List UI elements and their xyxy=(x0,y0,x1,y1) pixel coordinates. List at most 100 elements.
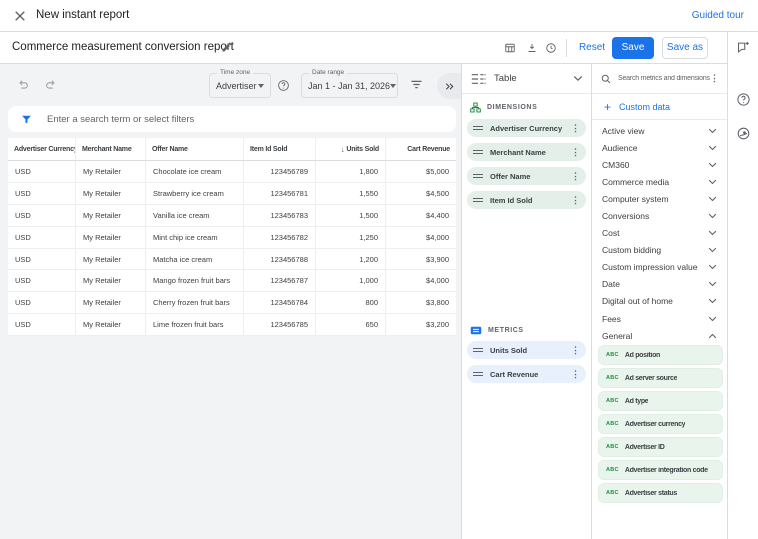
guided-tour-link[interactable]: Guided tour xyxy=(692,0,744,31)
table-row[interactable]: USD My Retailer Mango frozen fruit bars … xyxy=(8,270,456,292)
metric-chip[interactable]: Cart Revenue ⋮ xyxy=(467,365,586,383)
table-row[interactable]: USD My Retailer Chocolate ice cream 1234… xyxy=(8,161,456,183)
table-row[interactable]: USD My Retailer Mint chip ice cream 1234… xyxy=(8,227,456,249)
date-range-select[interactable]: Date range Jan 1 - Jan 31, 2026 xyxy=(301,73,398,98)
dimension-chip[interactable]: Item Id Sold ⋮ xyxy=(467,191,586,209)
category-row[interactable]: CM360 xyxy=(592,156,727,173)
category-row[interactable]: Custom impression value xyxy=(592,259,727,276)
drag-handle-icon[interactable] xyxy=(473,172,483,179)
drag-handle-icon[interactable] xyxy=(473,346,483,353)
column-header-label: Merchant Name xyxy=(82,146,132,153)
text-type-icon: ABC xyxy=(606,398,619,404)
category-row[interactable]: Computer system xyxy=(592,190,727,207)
category-row[interactable]: Audience xyxy=(592,139,727,156)
redo-icon[interactable] xyxy=(44,77,58,91)
edit-title-icon[interactable] xyxy=(221,41,233,53)
undo-icon[interactable] xyxy=(16,77,30,91)
metrics-list: Units Sold ⋮ Cart Revenue ⋮ xyxy=(462,339,591,383)
drag-handle-icon[interactable] xyxy=(473,196,483,203)
more-vert-icon[interactable]: ⋮ xyxy=(571,196,580,205)
table-row[interactable]: USD My Retailer Vanilla ice cream 123456… xyxy=(8,205,456,227)
category-row[interactable]: Digital out of home xyxy=(592,293,727,310)
field-chip[interactable]: ABC Advertiser status xyxy=(598,483,723,503)
table-row[interactable]: USD My Retailer Strawberry ice cream 123… xyxy=(8,183,456,205)
dropdown-caret-icon xyxy=(390,84,396,88)
chevron-down-icon xyxy=(708,247,717,253)
dropdown-caret-icon xyxy=(258,84,264,88)
category-row[interactable]: Conversions xyxy=(592,207,727,224)
drag-handle-icon[interactable] xyxy=(473,124,483,131)
more-vert-icon[interactable]: ⋮ xyxy=(571,172,580,181)
save-as-button[interactable]: Save as xyxy=(662,37,708,59)
field-chip[interactable]: ABC Ad server source xyxy=(598,368,723,388)
category-row[interactable]: Custom bidding xyxy=(592,242,727,259)
search-icon xyxy=(600,73,612,85)
dimension-chip[interactable]: Advertiser Currency ⋮ xyxy=(467,119,586,137)
more-vert-icon[interactable]: ⋮ xyxy=(710,74,719,83)
column-header-label: Item Id Sold xyxy=(250,146,287,153)
cell-cart-revenue: $3,800 xyxy=(385,292,456,313)
field-chip[interactable]: ABC Ad type xyxy=(598,391,723,411)
visualization-selector[interactable]: Table xyxy=(462,64,591,94)
category-row[interactable]: Commerce media xyxy=(592,173,727,190)
download-icon[interactable] xyxy=(526,42,538,54)
category-label: CM360 xyxy=(602,160,708,170)
table-row[interactable]: USD My Retailer Cherry frozen fruit bars… xyxy=(8,292,456,314)
metric-chip[interactable]: Units Sold ⋮ xyxy=(467,341,586,359)
collapse-panel-button[interactable] xyxy=(437,73,461,99)
more-vert-icon[interactable]: ⋮ xyxy=(571,370,580,379)
more-vert-icon[interactable]: ⋮ xyxy=(571,124,580,133)
category-row[interactable]: Date xyxy=(592,276,727,293)
custom-data-button[interactable]: + Custom data xyxy=(592,94,727,120)
cell-cart-revenue: $4,500 xyxy=(385,183,456,204)
drag-handle-icon[interactable] xyxy=(473,148,483,155)
column-header[interactable]: Offer Name xyxy=(145,138,243,160)
reset-button[interactable]: Reset xyxy=(574,38,610,58)
column-header-label: Offer Name xyxy=(152,146,188,153)
table-view-icon[interactable] xyxy=(504,42,516,54)
ai-insights-icon[interactable] xyxy=(736,126,751,141)
category-label: Computer system xyxy=(602,194,708,204)
column-header[interactable]: Cart Revenue xyxy=(385,138,456,160)
category-label: Digital out of home xyxy=(602,296,708,306)
report-builder-panel: Table DIMENSIONS Advertiser Currency ⋮ M… xyxy=(461,64,591,539)
category-row[interactable]: Cost xyxy=(592,225,727,242)
chevron-down-icon xyxy=(708,213,717,219)
cell-cart-revenue: $4,400 xyxy=(385,205,456,226)
table-row[interactable]: USD My Retailer Matcha ice cream 1234567… xyxy=(8,249,456,271)
schedule-icon[interactable] xyxy=(545,42,557,54)
cell-units-sold: 650 xyxy=(315,314,385,335)
time-zone-help-icon[interactable] xyxy=(277,79,290,92)
field-chip[interactable]: ABC Advertiser ID xyxy=(598,437,723,457)
date-range-label: Date range xyxy=(309,69,347,76)
field-chip[interactable]: ABC Advertiser currency xyxy=(598,414,723,434)
more-vert-icon[interactable]: ⋮ xyxy=(571,346,580,355)
cell-advertiser-currency: USD xyxy=(8,161,75,182)
column-header[interactable]: Item Id Sold xyxy=(243,138,315,160)
feedback-icon[interactable] xyxy=(736,40,751,55)
help-icon[interactable] xyxy=(736,92,751,107)
field-chip[interactable]: ABC Ad position xyxy=(598,345,723,365)
cell-cart-revenue: $4,000 xyxy=(385,227,456,248)
dimension-chip[interactable]: Merchant Name ⋮ xyxy=(467,143,586,161)
filter-list-icon[interactable] xyxy=(409,77,424,92)
dimension-chip[interactable]: Offer Name ⋮ xyxy=(467,167,586,185)
field-chip[interactable]: ABC Advertiser integration code xyxy=(598,460,723,480)
column-header[interactable]: ↓ Units Sold xyxy=(315,138,385,160)
drag-handle-icon[interactable] xyxy=(473,370,483,377)
cell-offer-name: Mango frozen fruit bars xyxy=(145,270,243,291)
category-row[interactable]: Active view xyxy=(592,122,727,139)
column-header[interactable]: Advertiser Currency xyxy=(8,138,75,160)
close-icon[interactable] xyxy=(14,10,26,22)
filter-search-input[interactable] xyxy=(47,114,444,125)
time-zone-select[interactable]: Time zone Advertiser xyxy=(209,73,271,98)
save-button[interactable]: Save xyxy=(612,37,654,59)
more-vert-icon[interactable]: ⋮ xyxy=(571,148,580,157)
picker-search-input[interactable] xyxy=(618,75,710,82)
category-row[interactable]: General xyxy=(592,327,727,344)
category-row[interactable]: Fees xyxy=(592,310,727,327)
table-row[interactable]: USD My Retailer Lime frozen fruit bars 1… xyxy=(8,314,456,336)
time-zone-value: Advertiser xyxy=(216,81,257,91)
column-header[interactable]: Merchant Name xyxy=(75,138,145,160)
cell-advertiser-currency: USD xyxy=(8,205,75,226)
